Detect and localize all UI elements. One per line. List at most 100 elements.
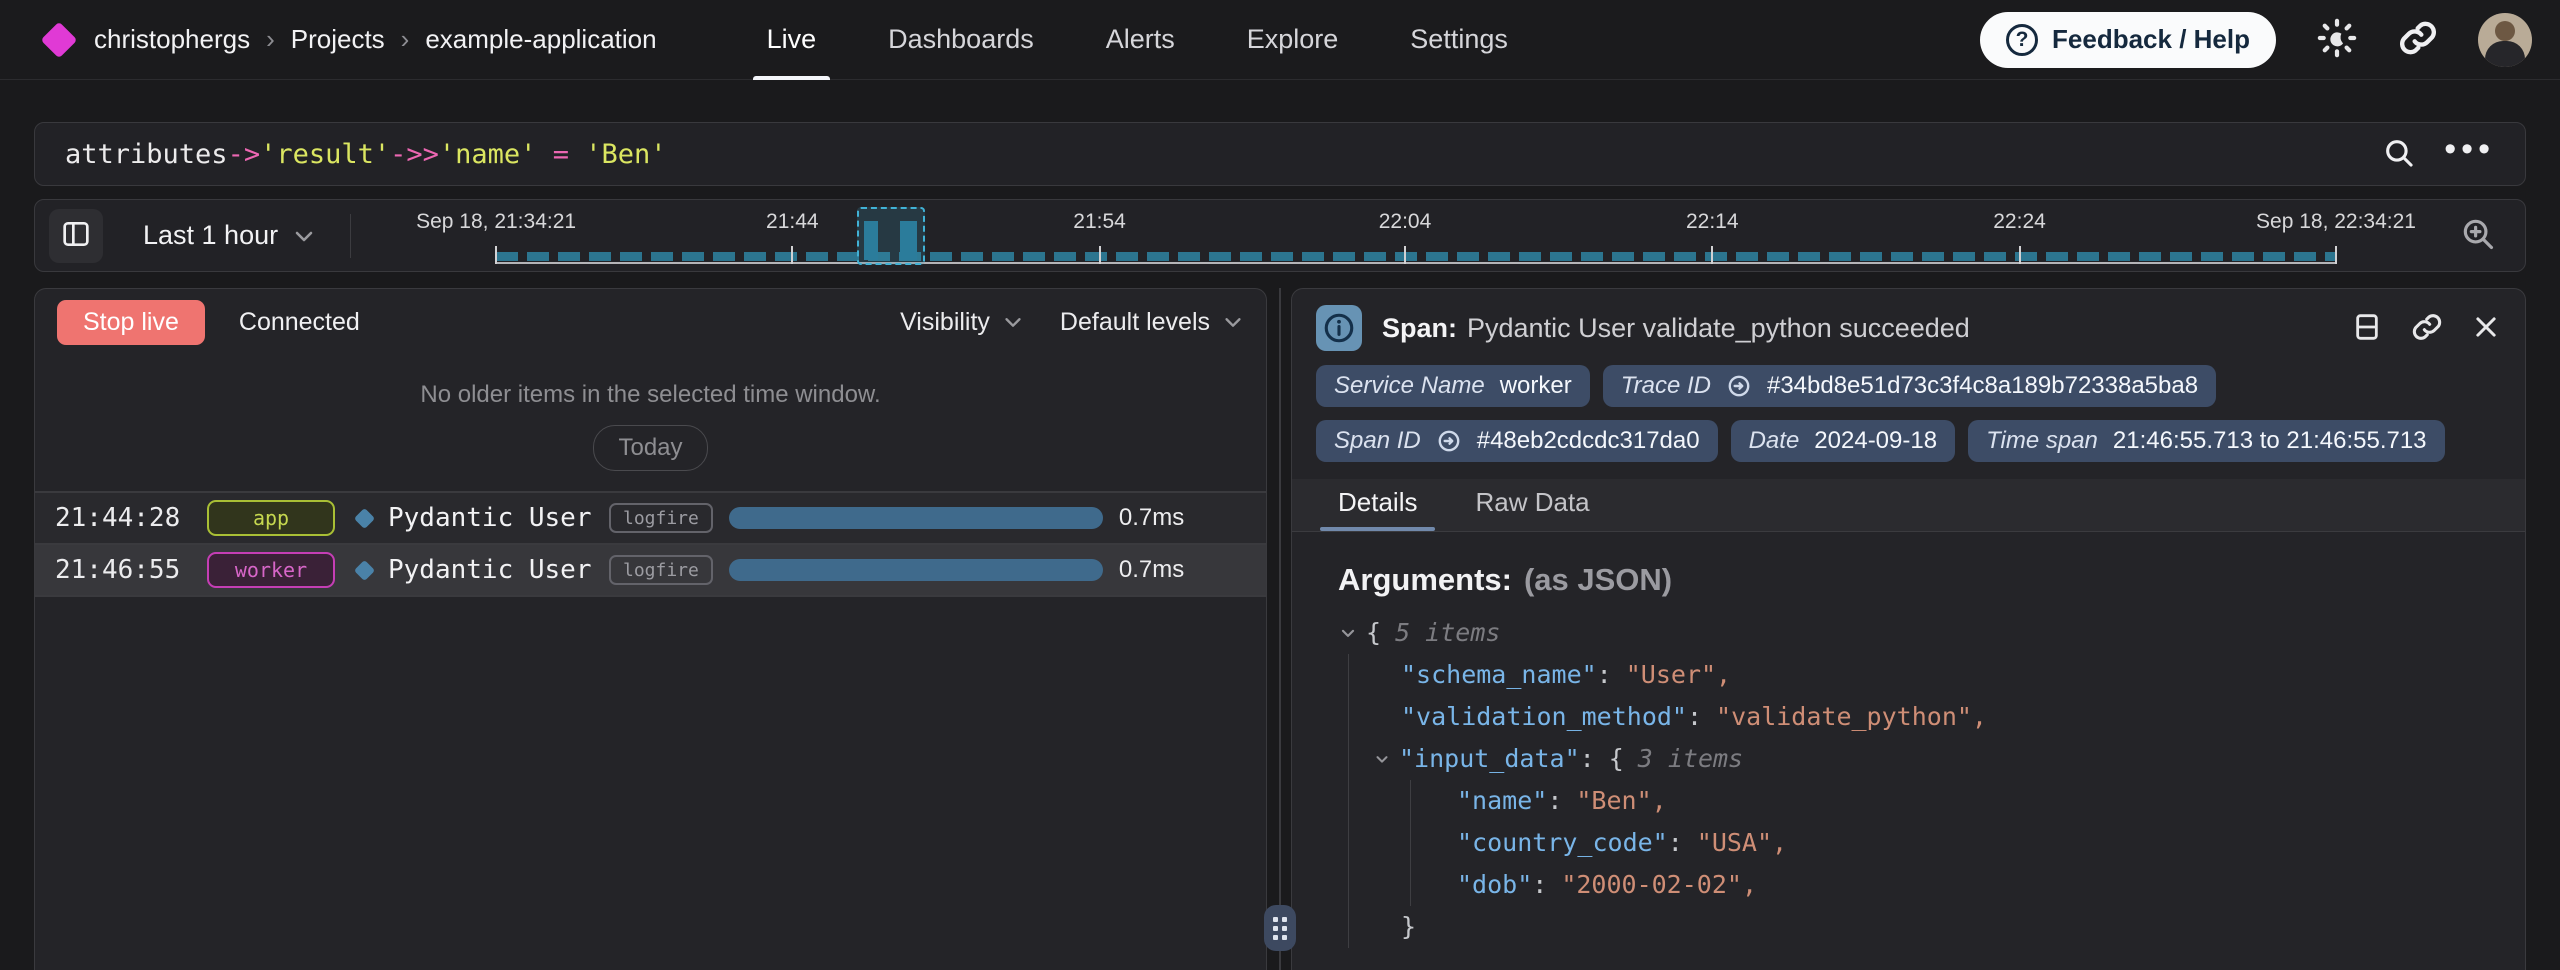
tab-dashboards[interactable]: Dashboards bbox=[888, 0, 1034, 80]
chevron-down-icon bbox=[292, 224, 316, 248]
tab-raw-data[interactable]: Raw Data bbox=[1475, 487, 1589, 531]
span-id-chip[interactable]: Span ID #48eb2cdcdc317da0 bbox=[1316, 420, 1718, 462]
timeline-axis bbox=[496, 262, 2336, 264]
chip-label: Service Name bbox=[1334, 372, 1485, 400]
timeline-tick-label: Sep 18, 22:34:21 bbox=[2256, 210, 2416, 234]
sun-moon-icon bbox=[2316, 17, 2358, 62]
chevron-down-icon bbox=[1222, 311, 1244, 333]
tab-alerts[interactable]: Alerts bbox=[1106, 0, 1175, 80]
breadcrumb-project[interactable]: example-application bbox=[425, 24, 656, 55]
tab-explore[interactable]: Explore bbox=[1247, 0, 1339, 80]
main-content: Stop live Connected Visibility Default l… bbox=[34, 288, 2526, 970]
span-header-actions bbox=[2351, 311, 2501, 346]
span-title-text: Pydantic User validate_python succeeded bbox=[1467, 313, 1970, 343]
tab-details[interactable]: Details bbox=[1338, 487, 1417, 531]
timeline-tick-mark bbox=[2335, 246, 2337, 264]
span-kind-label: Span: bbox=[1382, 313, 1457, 343]
close-icon bbox=[2471, 312, 2501, 345]
timeline-zoom-button[interactable] bbox=[2459, 215, 2497, 256]
user-avatar[interactable] bbox=[2478, 13, 2532, 67]
timeline-tick-mark bbox=[791, 246, 793, 264]
zoom-in-icon bbox=[2459, 215, 2497, 256]
theme-toggle-button[interactable] bbox=[2316, 17, 2358, 62]
span-duration: 0.7ms bbox=[1119, 556, 1184, 584]
span-duration: 0.7ms bbox=[1119, 504, 1184, 532]
service-badge: worker bbox=[207, 552, 335, 588]
link-icon bbox=[1436, 428, 1462, 454]
copy-span-link-button[interactable] bbox=[2411, 311, 2443, 346]
span-row-selected[interactable]: 21:46:55 worker Pydantic User logfire 0.… bbox=[35, 545, 1266, 597]
sql-query-input[interactable]: attributes->'result'->>'name' = 'Ben' bbox=[65, 139, 667, 170]
today-button[interactable]: Today bbox=[593, 425, 707, 471]
time-range-dropdown[interactable]: Last 1 hour bbox=[143, 220, 316, 251]
chip-value: #48eb2cdcdc317da0 bbox=[1477, 427, 1700, 455]
close-details-button[interactable] bbox=[2471, 312, 2501, 345]
span-title: Span: Pydantic User validate_python succe… bbox=[1382, 313, 1970, 344]
primary-tabs: Live Dashboards Alerts Explore Settings bbox=[767, 0, 1508, 80]
timeline-track[interactable]: Sep 18, 21:34:21 21:44 21:54 22:04 22:14… bbox=[351, 200, 2441, 271]
timeline-tick-label: 21:44 bbox=[766, 210, 819, 234]
span-row[interactable]: 21:44:28 app Pydantic User logfire 0.7ms bbox=[35, 493, 1266, 545]
time-range-label: Last 1 hour bbox=[143, 220, 278, 251]
time-span-chip: Time span 21:46:55.713 to 21:46:55.713 bbox=[1968, 420, 2444, 462]
chevron-right-icon: › bbox=[401, 24, 410, 55]
json-nested-close-line: } bbox=[1401, 906, 2479, 948]
duration-bar bbox=[729, 507, 1103, 529]
chip-value: 2024-09-18 bbox=[1814, 427, 1937, 455]
query-bar[interactable]: attributes->'result'->>'name' = 'Ben' ••… bbox=[34, 122, 2526, 186]
timeline-tick-label: Sep 18, 21:34:21 bbox=[416, 210, 576, 234]
tag-badge: logfire bbox=[609, 555, 713, 585]
duration-bar bbox=[729, 559, 1103, 581]
panel-resize-handle[interactable] bbox=[1264, 905, 1296, 951]
trace-id-chip[interactable]: Trace ID #34bd8e51d73c3f4c8a189b72338a5b… bbox=[1603, 365, 2216, 407]
visibility-dropdown[interactable]: Visibility bbox=[900, 308, 1024, 337]
info-icon bbox=[1316, 305, 1362, 351]
arguments-heading: Arguments:(as JSON) bbox=[1338, 562, 2479, 598]
json-entry: "schema_name":"User", bbox=[1401, 654, 2479, 696]
timeline-tick-label: 22:14 bbox=[1686, 210, 1739, 234]
service-name-chip: Service Name worker bbox=[1316, 365, 1590, 407]
query-token: 'name' bbox=[439, 139, 537, 170]
details-tabs: Details Raw Data bbox=[1292, 479, 2525, 532]
stop-live-button[interactable]: Stop live bbox=[57, 300, 205, 345]
timeline-tick-label: 22:04 bbox=[1379, 210, 1432, 234]
grip-dots-icon bbox=[1273, 917, 1287, 940]
query-more-options-button[interactable]: ••• bbox=[2444, 132, 2495, 176]
json-root-group: "schema_name":"User", "validation_method… bbox=[1348, 654, 2479, 948]
feedback-help-label: Feedback / Help bbox=[2052, 24, 2250, 55]
collapse-chevron-icon[interactable] bbox=[1373, 750, 1391, 768]
run-search-button[interactable] bbox=[2382, 136, 2416, 173]
chip-label: Time span bbox=[1986, 427, 2098, 455]
link-icon bbox=[2411, 311, 2443, 346]
tab-settings[interactable]: Settings bbox=[1410, 0, 1508, 80]
query-token: 'result' bbox=[260, 139, 390, 170]
chip-label: Span ID bbox=[1334, 427, 1421, 455]
timeline-selection-window[interactable] bbox=[857, 207, 925, 265]
query-token: -> bbox=[228, 139, 261, 170]
live-feed-header: Stop live Connected Visibility Default l… bbox=[35, 289, 1266, 355]
toggle-layout-button[interactable] bbox=[2351, 311, 2383, 346]
feedback-help-button[interactable]: ? Feedback / Help bbox=[1980, 12, 2276, 68]
breadcrumb: christophergs › Projects › example-appli… bbox=[94, 24, 657, 55]
timeline-activity-histogram bbox=[496, 252, 2336, 261]
timeline-tick-mark bbox=[1404, 246, 1406, 264]
span-details-panel: Span: Pydantic User validate_python succe… bbox=[1291, 288, 2526, 970]
json-nested-open-line[interactable]: "input_data":{3 items bbox=[1373, 738, 2479, 780]
default-levels-dropdown[interactable]: Default levels bbox=[1060, 308, 1244, 337]
timeline-rail: Sep 18, 21:34:21 21:44 21:54 22:04 22:14… bbox=[496, 200, 2336, 271]
empty-state-message: No older items in the selected time wind… bbox=[420, 381, 880, 409]
collapse-chevron-icon[interactable] bbox=[1338, 623, 1358, 643]
date-chip: Date 2024-09-18 bbox=[1731, 420, 1955, 462]
json-root-line[interactable]: {5 items bbox=[1338, 612, 2479, 654]
breadcrumb-projects[interactable]: Projects bbox=[291, 24, 385, 55]
span-diamond-icon bbox=[354, 507, 375, 528]
toggle-sidebar-button[interactable] bbox=[49, 209, 103, 263]
breadcrumb-org[interactable]: christophergs bbox=[94, 24, 250, 55]
logfire-logo-icon[interactable] bbox=[41, 21, 78, 58]
ellipsis-icon: ••• bbox=[2444, 132, 2495, 176]
details-content: Arguments:(as JSON) {5 items "schema_nam… bbox=[1292, 532, 2525, 948]
search-icon bbox=[2382, 136, 2416, 173]
share-link-button[interactable] bbox=[2398, 18, 2438, 61]
tab-live[interactable]: Live bbox=[767, 0, 817, 80]
live-feed-panel: Stop live Connected Visibility Default l… bbox=[34, 288, 1267, 970]
